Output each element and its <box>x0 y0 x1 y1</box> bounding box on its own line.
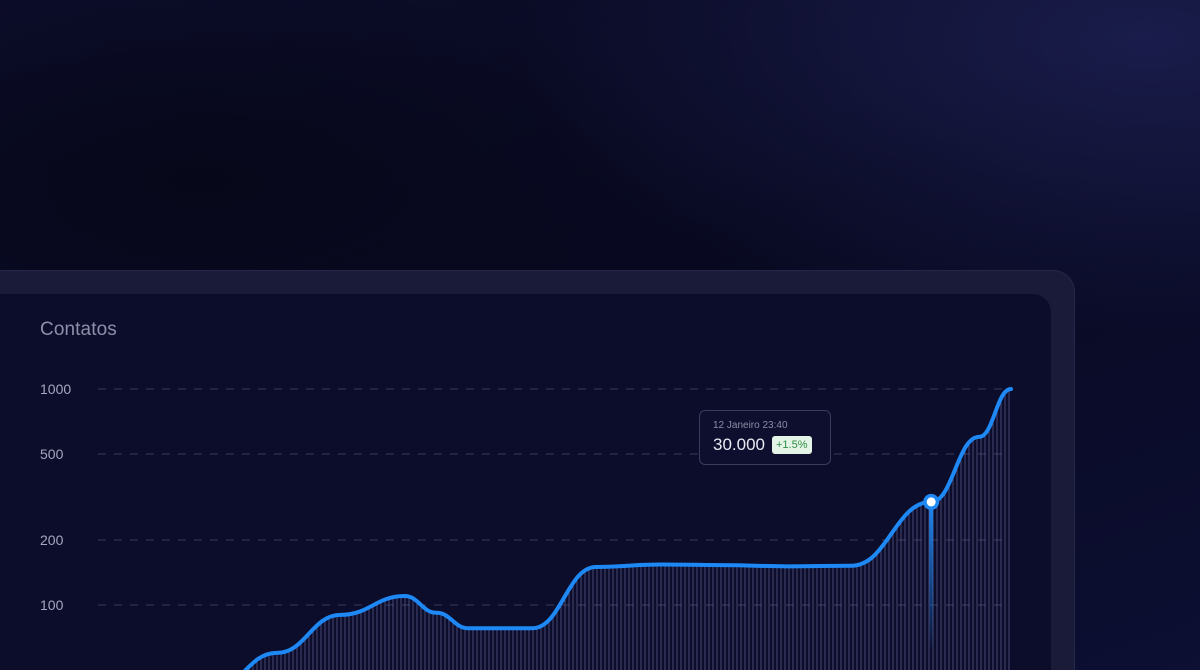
y-tick-label: 500 <box>40 446 64 462</box>
y-tick-label: 200 <box>40 532 64 548</box>
tooltip-change-badge: +1.5% <box>772 436 812 454</box>
tooltip-date: 12 Janeiro 23:40 <box>713 420 788 431</box>
contatos-chart: 1000 500 200 100 <box>40 381 1013 670</box>
cursor-line <box>929 501 934 652</box>
chart-tooltip: 12 Janeiro 23:40 30.000 +1.5% <box>699 410 831 465</box>
tooltip-value: 30.000 <box>713 435 765 454</box>
page-background: Contatos 1000 500 200 100 12 Janeiro 23:40 … <box>0 0 1200 670</box>
y-tick-label: 1000 <box>40 381 71 397</box>
highlight-point-inner <box>926 497 936 507</box>
y-tick-label: 100 <box>40 597 64 613</box>
